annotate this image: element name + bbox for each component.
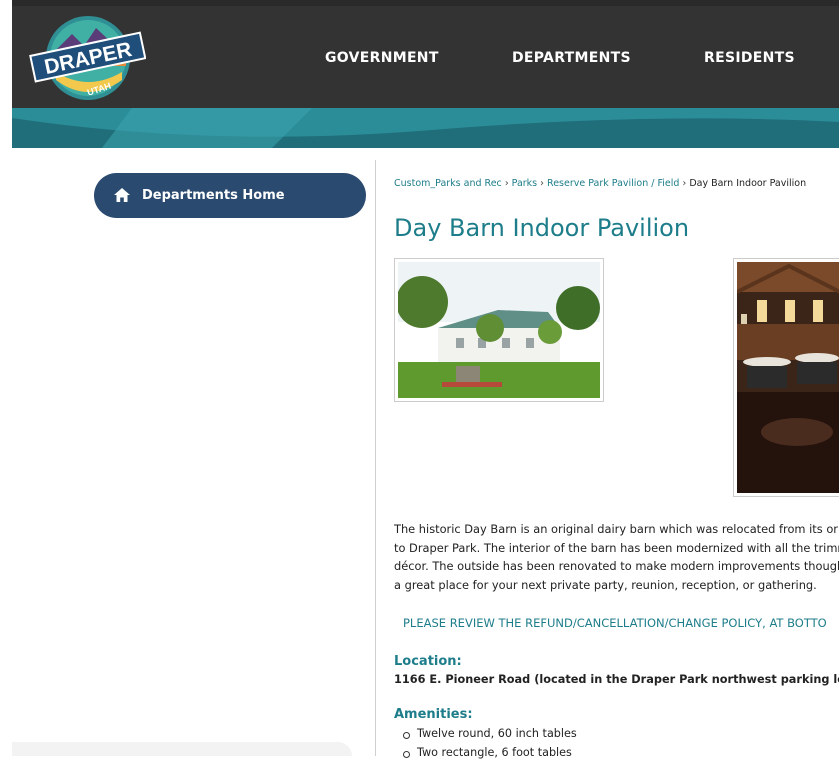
barn-exterior-photo[interactable] <box>394 258 604 402</box>
breadcrumb-link-reserve-pavilion[interactable]: Reserve Park Pavilion / Field <box>547 178 679 189</box>
departments-home-button[interactable]: Departments Home <box>94 173 366 218</box>
barn-interior-photo[interactable] <box>733 258 839 497</box>
location-heading: Location: <box>394 654 462 669</box>
breadcrumb: Custom_Parks and Rec › Parks › Reserve P… <box>394 178 806 189</box>
amenities-list: Twelve round, 60 inch tables Two rectang… <box>400 726 577 764</box>
location-address: 1166 E. Pioneer Road (located in the Dra… <box>394 673 839 686</box>
breadcrumb-separator: › <box>540 178 544 189</box>
site-header: DRAPER UTAH GOVERNMENT DEPARTMENTS RESID… <box>12 6 839 108</box>
content-divider <box>375 160 376 756</box>
breadcrumb-current: Day Barn Indoor Pavilion <box>689 178 807 189</box>
breadcrumb-link-parks[interactable]: Parks <box>512 178 537 189</box>
breadcrumb-separator: › <box>682 178 687 189</box>
amenities-heading: Amenities: <box>394 707 473 722</box>
nav-departments[interactable]: DEPARTMENTS <box>512 50 631 66</box>
page-left-edge <box>0 0 12 756</box>
nav-residents[interactable]: RESIDENTS <box>704 50 795 66</box>
refund-policy-link[interactable]: PLEASE REVIEW THE REFUND/CANCELLATION/CH… <box>403 616 827 630</box>
page-title: Day Barn Indoor Pavilion <box>394 214 690 242</box>
home-icon <box>114 188 130 202</box>
breadcrumb-separator: › <box>504 178 509 189</box>
amenity-item: Two rectangle, 6 foot tables <box>400 745 577 764</box>
nav-government[interactable]: GOVERNMENT <box>325 50 439 66</box>
bottom-overlay <box>12 742 352 756</box>
amenity-item: Twelve round, 60 inch tables <box>400 726 577 745</box>
description-text: The historic Day Barn is an original dai… <box>394 520 839 594</box>
decorative-banner <box>12 108 839 148</box>
description-line: a great place for your next private part… <box>394 577 817 592</box>
breadcrumb-link-parks-rec[interactable]: Custom_Parks and Rec <box>394 178 502 189</box>
description-line: to Draper Park. The interior of the barn… <box>394 540 839 555</box>
description-line: décor. The outside has been renovated to… <box>394 559 839 573</box>
draper-logo[interactable]: DRAPER UTAH <box>26 14 147 102</box>
description-line: The historic Day Barn is an original dai… <box>394 522 839 536</box>
departments-home-label: Departments Home <box>142 188 285 203</box>
